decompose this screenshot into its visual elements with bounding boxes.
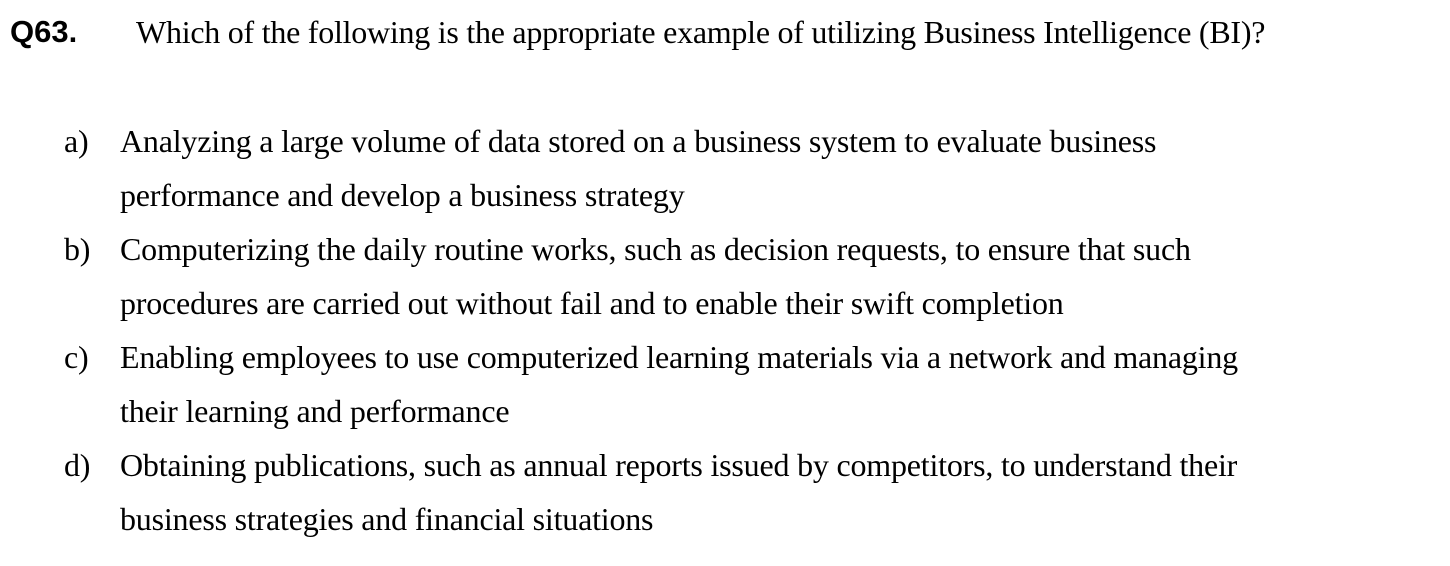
option-c-text-line-2: their learning and performance [120,393,510,429]
question-text: Which of the following is the appropriat… [136,14,1266,50]
option-b-letter: b) [64,231,91,267]
option-d-text-line-2: business strategies and financial situat… [120,501,654,537]
option-d-letter: d) [64,447,91,483]
option-d-text-line-1: Obtaining publications, such as annual r… [120,447,1238,483]
option-b-text-line-1: Computerizing the daily routine works, s… [120,231,1191,267]
question-number: Q63. [10,14,78,49]
option-c: c) Enabling employees to use computerize… [64,330,1440,438]
option-c-letter: c) [64,339,89,375]
option-a-text-line-2: performance and develop a business strat… [120,177,685,213]
option-a-text-line-1: Analyzing a large volume of data stored … [120,123,1157,159]
question-header: Q63. Which of the following is the appro… [10,8,1440,58]
option-a-letter: a) [64,123,89,159]
option-d: d) Obtaining publications, such as annua… [64,438,1440,546]
answer-options: a) Analyzing a large volume of data stor… [64,114,1440,546]
option-c-text-line-1: Enabling employees to use computerized l… [120,339,1238,375]
option-b: b) Computerizing the daily routine works… [64,222,1440,330]
option-b-text-line-2: procedures are carried out without fail … [120,285,1064,321]
option-a: a) Analyzing a large volume of data stor… [64,114,1440,222]
